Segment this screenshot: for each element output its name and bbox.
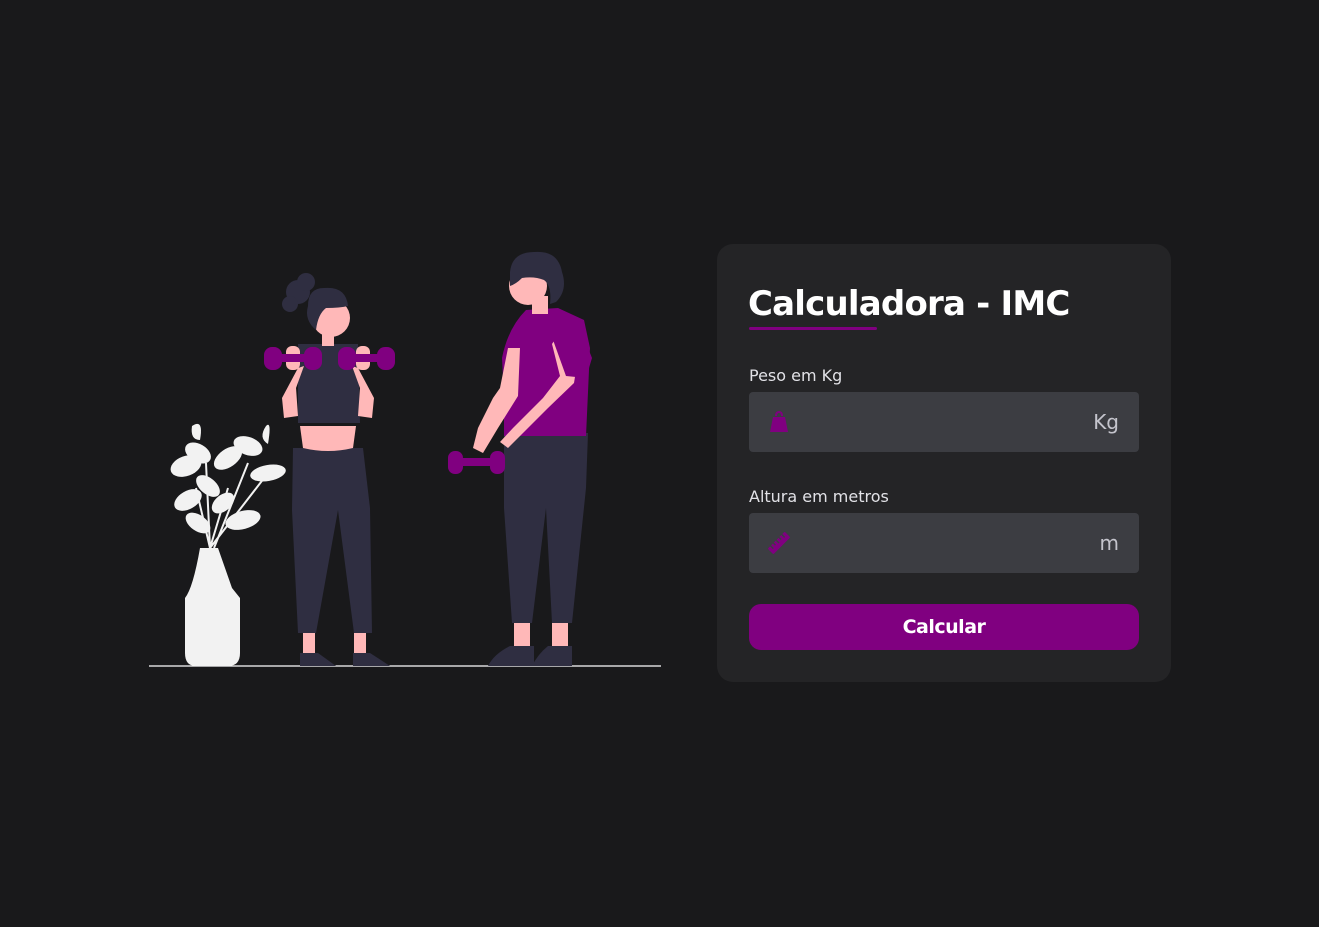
weight-label: Peso em Kg (749, 366, 843, 385)
weight-icon (770, 410, 788, 432)
weight-input-wrapper[interactable]: Kg (749, 392, 1139, 452)
height-unit: m (1099, 531, 1119, 555)
title-underline (749, 327, 877, 330)
fitness-illustration (148, 248, 662, 668)
imc-calculator-card: Calculadora - IMC Peso em Kg Kg Altura e… (717, 244, 1171, 682)
page: Calculadora - IMC Peso em Kg Kg Altura e… (0, 0, 1319, 927)
height-input[interactable] (805, 513, 1065, 573)
plant (170, 423, 286, 666)
weight-unit: Kg (1093, 410, 1119, 434)
ruler-icon (768, 532, 790, 554)
height-label: Altura em metros (749, 487, 889, 506)
man-figure (448, 251, 592, 666)
page-title: Calculadora - IMC (748, 284, 1070, 324)
calculate-button[interactable]: Calcular (749, 604, 1139, 650)
weight-input[interactable] (805, 392, 1065, 452)
height-input-wrapper[interactable]: m (749, 513, 1139, 573)
